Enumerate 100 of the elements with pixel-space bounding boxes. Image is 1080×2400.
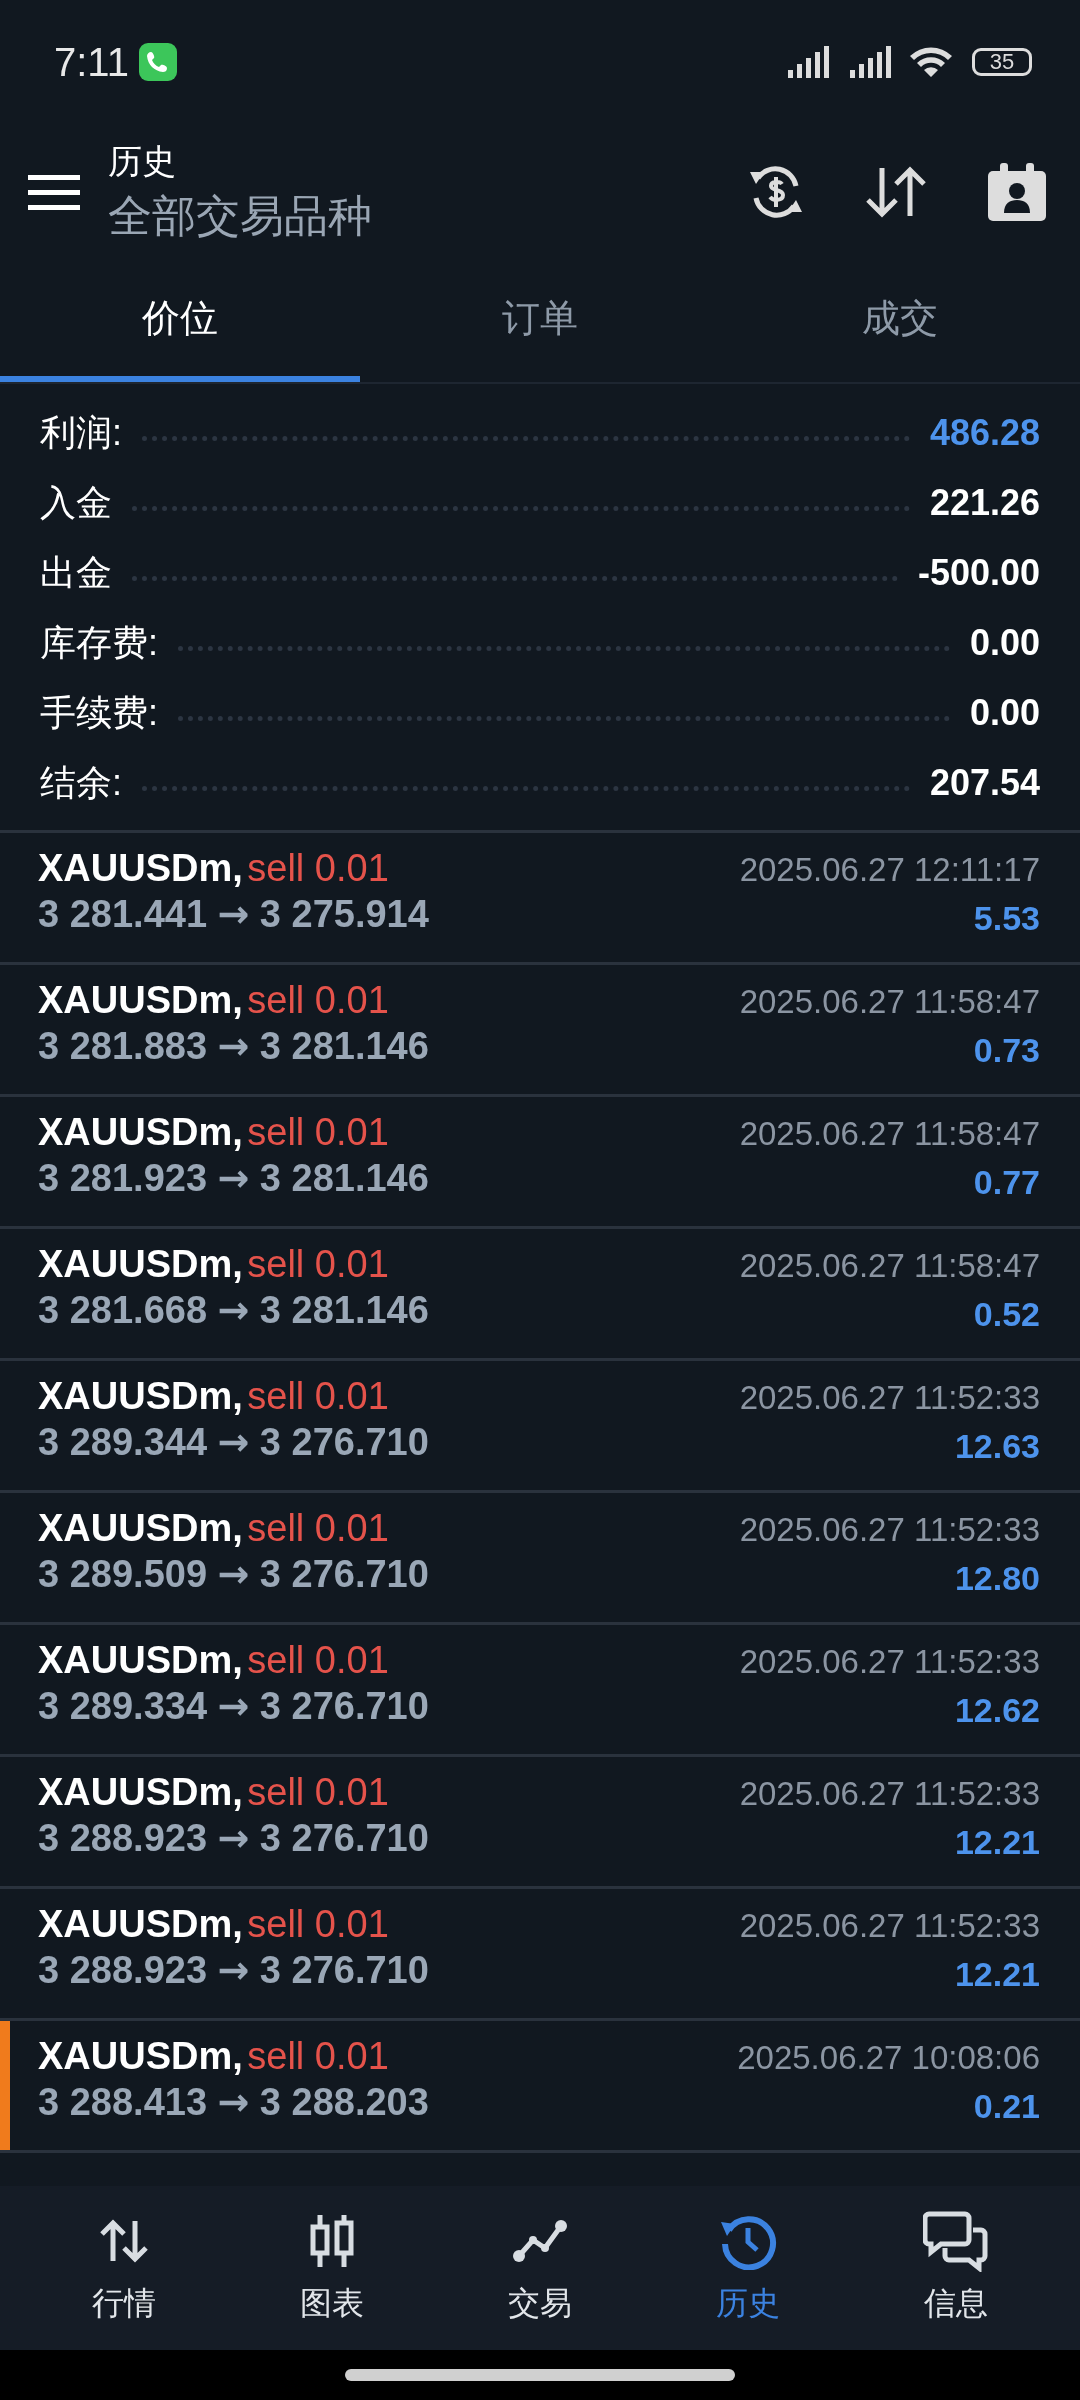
deal-profit: 0.73 [973,1031,1040,1070]
deal-side: sell 0.01 [247,1375,389,1417]
deal-time: 2025.06.27 11:58:47 [739,1115,1040,1153]
nav-item[interactable]: 历史 [644,2186,852,2350]
deal-time: 2025.06.27 11:52:33 [739,1379,1040,1417]
deal-row[interactable]: XAUUSDm,sell 0.01 3 288.923 → 3 276.710 2025.06.27 11:52:33 12.21 [0,1889,1080,2021]
deal-symbol: XAUUSDm, [38,1771,243,1813]
deal-time: 2025.06.27 11:52:33 [739,1643,1040,1681]
deal-row[interactable]: XAUUSDm,sell 0.01 3 281.883 → 3 281.146 2025.06.27 11:58:47 0.73 [0,965,1080,1097]
deal-symbol: XAUUSDm, [38,2035,243,2077]
deal-row[interactable]: XAUUSDm,sell 0.01 3 289.334 → 3 276.710 2025.06.27 11:52:33 12.62 [0,1625,1080,1757]
close-price: 3 276.710 [259,1817,429,1859]
deal-profit: 12.80 [954,1559,1040,1598]
line-graph-icon [511,2218,569,2264]
tab[interactable]: 价位 [0,260,360,382]
deal-row[interactable]: XAUUSDm,sell 0.01 3 289.509 → 3 276.710 2025.06.27 11:52:33 12.80 [0,1493,1080,1625]
deal-row[interactable]: XAUUSDm,sell 0.01 3 281.441 → 3 275.914 2025.06.27 12:11:17 5.53 [0,833,1080,965]
deal-row[interactable]: XAUUSDm,sell 0.01 3 288.923 → 3 276.710 2025.06.27 11:52:33 12.21 [0,1757,1080,1889]
screen-title: 历史 [108,140,177,182]
deal-profit: 5.53 [973,899,1040,938]
summary-value: 0.00 [969,692,1040,734]
arrow: → [217,1684,250,1728]
nav-item[interactable]: 行情 [20,2186,228,2350]
summary-value: -500.00 [917,552,1040,594]
arrow: → [217,1948,250,1992]
deal-profit: 0.52 [973,1295,1040,1334]
close-price: 3 276.710 [259,1421,429,1463]
summary-label: 库存费: [40,620,158,665]
summary-label: 利润: [40,410,122,455]
arrow: → [217,1156,250,1200]
summary-value: 486.28 [929,412,1040,454]
open-price: 3 281.441 [38,893,208,935]
deal-side: sell 0.01 [247,1111,389,1153]
deal-symbol: XAUUSDm, [38,1507,243,1549]
arrow: → [217,892,250,936]
nav-item[interactable]: 信息 [852,2186,1060,2350]
chat-bubbles-icon [923,2210,989,2272]
summary-value: 0.00 [969,622,1040,664]
candlestick-icon [309,2213,355,2269]
deal-profit: 0.77 [973,1163,1040,1202]
deal-time: 2025.06.27 11:52:33 [739,1511,1040,1549]
deal-row[interactable]: XAUUSDm,sell 0.01 3 289.344 → 3 276.710 2025.06.27 11:52:33 12.63 [0,1361,1080,1493]
deal-profit: 12.21 [954,1955,1040,1994]
summary-value: 221.26 [929,482,1040,524]
nav-item[interactable]: 图表 [228,2186,436,2350]
close-price: 3 275.914 [259,893,429,935]
open-price: 3 281.668 [38,1289,208,1331]
summary-label: 出金 [40,550,112,595]
arrow: → [217,1816,250,1860]
arrow: → [217,1552,250,1596]
arrow: → [217,1024,250,1068]
summary-label: 入金 [40,480,112,525]
close-price: 3 281.146 [259,1157,429,1199]
status-time: 7:11 [54,39,129,85]
open-price: 3 288.413 [38,2081,208,2123]
summary-label: 手续费: [40,690,158,735]
deal-profit: 12.63 [954,1427,1040,1466]
open-price: 3 288.923 [38,1817,208,1859]
menu-icon[interactable] [28,173,80,211]
open-price: 3 281.923 [38,1157,208,1199]
battery-icon: 35 [972,48,1032,76]
deal-time: 2025.06.27 11:52:33 [739,1907,1040,1945]
contact-card-icon[interactable] [986,161,1048,223]
deal-side: sell 0.01 [247,2035,389,2077]
close-price: 3 281.146 [259,1025,429,1067]
nav-item[interactable]: 交易 [436,2186,644,2350]
close-price: 3 281.146 [259,1289,429,1331]
deal-side: sell 0.01 [247,847,389,889]
deal-side: sell 0.01 [247,979,389,1021]
deal-row[interactable]: XAUUSDm,sell 0.01 3 281.923 → 3 281.146 2025.06.27 11:58:47 0.77 [0,1097,1080,1229]
deal-symbol: XAUUSDm, [38,1375,243,1417]
symbol-filter[interactable]: 全部交易品种 [108,186,746,246]
deal-profit: 12.21 [954,1823,1040,1862]
wifi-icon [908,44,954,80]
deal-profit: 0.21 [973,2087,1040,2126]
deal-symbol: XAUUSDm, [38,1243,243,1285]
open-price: 3 289.509 [38,1553,208,1595]
tab[interactable]: 订单 [360,260,720,382]
deal-row[interactable]: XAUUSDm,sell 0.01 3 281.668 → 3 281.146 2025.06.27 11:58:47 0.52 [0,1229,1080,1361]
deal-side: sell 0.01 [247,1771,389,1813]
arrow: → [217,1420,250,1464]
deal-time: 2025.06.27 10:08:06 [737,2039,1040,2077]
deal-symbol: XAUUSDm, [38,1903,243,1945]
deal-side: sell 0.01 [247,1507,389,1549]
deal-profit: 12.62 [954,1691,1040,1730]
tab[interactable]: 成交 [720,260,1080,382]
arrow: → [217,1288,250,1332]
phone-icon [138,43,177,81]
open-price: 3 288.923 [38,1949,208,1991]
deal-time: 2025.06.27 11:58:47 [739,1247,1040,1285]
close-price: 3 288.203 [259,2081,429,2123]
open-price: 3 281.883 [38,1025,208,1067]
deal-symbol: XAUUSDm, [38,1639,243,1681]
arrow: → [217,2080,250,2124]
deal-time: 2025.06.27 11:58:47 [739,983,1040,1021]
sort-icon[interactable] [864,164,928,220]
deal-time: 2025.06.27 11:52:33 [739,1775,1040,1813]
deal-side: sell 0.01 [247,1243,389,1285]
deal-row[interactable]: XAUUSDm,sell 0.01 3 288.413 → 3 288.203 2025.06.27 10:08:06 0.21 [0,2021,1080,2153]
deal-symbol: XAUUSDm, [38,847,243,889]
